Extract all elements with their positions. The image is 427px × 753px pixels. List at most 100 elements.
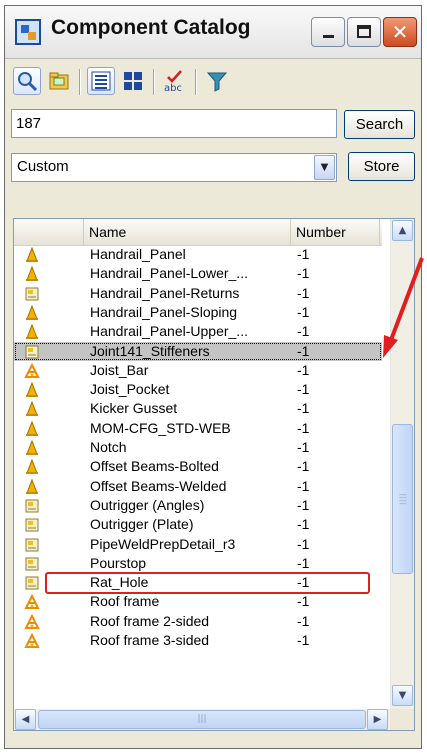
cone-icon [26, 266, 38, 282]
list-item-name: Roof frame 2-sided [90, 612, 210, 629]
list-item-number: -1 [297, 303, 310, 320]
maximize-button[interactable] [347, 17, 381, 47]
cone-icon [26, 324, 38, 340]
list-view-icon [91, 71, 111, 91]
list-item[interactable]: PipeWeldPrepDetail_r3 -1 [14, 535, 382, 554]
spell-check-button[interactable]: abc [161, 67, 189, 95]
catalog-filter-select[interactable]: Custom ▼ [11, 153, 337, 182]
horizontal-scroll-thumb[interactable]: ||| [38, 710, 366, 729]
list-item-name: Joist_Bar [90, 361, 149, 378]
tile-view-icon [124, 72, 142, 90]
list-item[interactable]: Joist_Pocket -1 [14, 380, 382, 399]
search-view-button[interactable] [13, 67, 41, 95]
spell-check-icon: abc [164, 70, 182, 93]
cone-icon [26, 478, 38, 494]
list-item-number: -1 [297, 284, 310, 301]
vertical-scrollbar[interactable]: ▲ — — — — ▼ [390, 219, 414, 709]
frame-icon [24, 594, 40, 610]
list-item-number: -1 [297, 593, 310, 610]
list-item[interactable]: Roof frame 2-sided -1 [14, 612, 382, 631]
vertical-scroll-thumb[interactable]: — — — — [392, 424, 413, 574]
list-item-name: Handrail_Panel-Lower_... [90, 265, 248, 282]
filter-button[interactable] [203, 67, 231, 95]
horizontal-scrollbar[interactable]: ◀ ||| ▶ [14, 709, 390, 730]
list-item-number: -1 [297, 516, 310, 533]
folder-view-button[interactable] [45, 67, 73, 95]
detail-icon [25, 538, 39, 551]
list-item-number: -1 [297, 535, 310, 552]
detail-icon [25, 499, 39, 513]
list-item[interactable]: Notch -1 [14, 438, 382, 457]
list-item-name: Handrail_Panel-Upper_... [90, 323, 248, 340]
list-item-name: PipeWeldPrepDetail_r3 [90, 535, 236, 552]
list-item-number: -1 [297, 439, 310, 455]
toolbar: abc [5, 61, 421, 103]
column-header-number[interactable]: Number [291, 219, 380, 245]
cone-icon [26, 420, 38, 436]
list-item-name: MOM-CFG_STD-WEB [90, 419, 231, 436]
list-item-name: Offset Beams-Bolted [90, 458, 219, 475]
list-header: Name Number [14, 219, 382, 246]
scroll-down-button[interactable]: ▼ [392, 685, 413, 706]
scroll-right-button[interactable]: ▶ [367, 709, 388, 730]
detail-icon [25, 345, 39, 358]
cone-icon [26, 459, 38, 475]
component-list: Name Number Handrail_Panel -1 Handrail_Pan… [13, 218, 415, 731]
list-item[interactable]: Outrigger (Angles) -1 [14, 496, 382, 515]
component-catalog-window: Component Catalog ✕ abc 187 Search Custo… [4, 5, 422, 749]
list-item-number: -1 [297, 381, 310, 398]
list-item[interactable]: Roof frame -1 [14, 592, 382, 611]
list-item-name: Offset Beams-Welded [90, 477, 227, 494]
list-item[interactable]: MOM-CFG_STD-WEB -1 [14, 419, 382, 438]
list-item[interactable]: Handrail_Panel-Upper_... -1 [14, 322, 382, 341]
list-item[interactable]: Handrail_Panel-Sloping -1 [14, 303, 382, 322]
list-item[interactable]: Handrail_Panel-Lower_... -1 [14, 264, 382, 283]
list-item[interactable]: Offset Beams-Bolted -1 [14, 457, 382, 476]
frame-icon [24, 613, 40, 629]
list-item-name: Roof frame 3-sided [90, 632, 210, 648]
list-item-number: -1 [297, 323, 310, 340]
frame-icon [24, 633, 40, 648]
search-input[interactable] [11, 109, 337, 138]
scroll-up-button[interactable]: ▲ [392, 220, 413, 241]
list-view-button[interactable] [87, 67, 115, 95]
minimize-button[interactable] [311, 17, 345, 47]
column-header-name[interactable]: Name [84, 219, 291, 245]
chevron-down-icon[interactable]: ▼ [314, 155, 335, 180]
title-bar[interactable]: Component Catalog ✕ [5, 6, 421, 59]
list-item[interactable]: Handrail_Panel -1 [14, 245, 382, 264]
list-item[interactable]: Offset Beams-Welded -1 [14, 477, 382, 496]
search-icon [18, 72, 38, 92]
search-button[interactable]: Search [344, 110, 415, 139]
detail-icon [25, 518, 39, 532]
minimize-icon [323, 35, 334, 38]
list-item[interactable]: Pourstop -1 [14, 554, 382, 573]
cone-icon [26, 304, 38, 320]
list-item-number: -1 [297, 246, 310, 262]
list-item-number: -1 [297, 477, 310, 494]
scroll-left-button[interactable]: ◀ [15, 709, 36, 730]
cone-icon [26, 382, 38, 398]
list-item-number: -1 [297, 361, 310, 378]
list-item-name: Outrigger (Plate) [90, 516, 194, 533]
list-item[interactable]: Handrail_Panel-Returns -1 [14, 284, 382, 303]
list-item[interactable]: Joist_Bar -1 [14, 361, 382, 380]
filter-icon [206, 72, 228, 92]
window-title: Component Catalog [51, 16, 251, 39]
frame-icon [24, 362, 40, 378]
list-item[interactable]: Rat_Hole -1 [14, 573, 382, 592]
close-button[interactable]: ✕ [383, 17, 417, 47]
list-item[interactable]: Joint141_Stiffeners -1 [14, 341, 382, 361]
list-item-name: Roof frame [90, 593, 160, 610]
list-item[interactable]: Kicker Gusset -1 [14, 399, 382, 418]
detail-icon [25, 576, 39, 590]
list-item-number: -1 [297, 554, 310, 571]
tile-view-button[interactable] [119, 67, 147, 95]
list-item[interactable]: Outrigger (Plate) -1 [14, 515, 382, 534]
column-header-icon[interactable] [14, 219, 84, 245]
svg-text:abc: abc [164, 83, 182, 93]
cone-icon [26, 401, 38, 417]
list-item-number: -1 [297, 458, 310, 475]
list-item[interactable]: Roof frame 3-sided -1 [14, 631, 382, 650]
store-button[interactable]: Store [348, 152, 415, 181]
